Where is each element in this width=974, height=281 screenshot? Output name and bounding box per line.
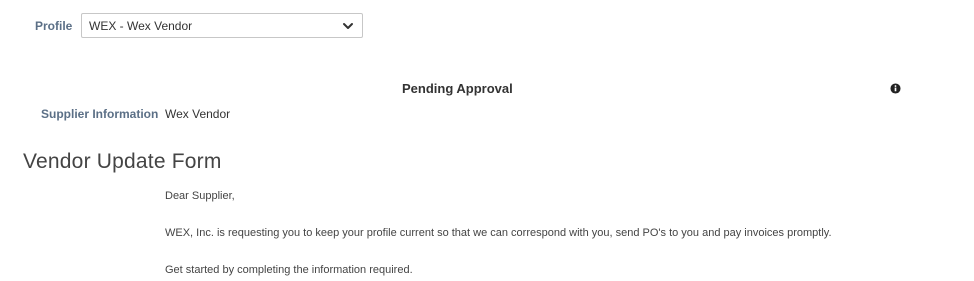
greeting-text: Dear Supplier, — [165, 190, 235, 202]
profile-select[interactable]: WEX - Wex Vendor — [81, 13, 363, 38]
supplier-information-label: Supplier Information — [41, 107, 159, 121]
vendor-update-page: Profile WEX - Wex Vendor Pending Approva… — [0, 0, 974, 281]
instruction-text: Get started by completing the informatio… — [165, 264, 413, 276]
supplier-information-value: Wex Vendor — [165, 107, 231, 121]
form-title: Vendor Update Form — [23, 150, 222, 173]
chevron-down-icon — [343, 23, 353, 29]
info-icon[interactable] — [890, 83, 901, 94]
profile-label: Profile — [35, 19, 73, 33]
request-message-text: WEX, Inc. is requesting you to keep your… — [165, 227, 832, 239]
profile-select-value: WEX - Wex Vendor — [89, 19, 193, 33]
pending-approval-status: Pending Approval — [402, 81, 513, 96]
